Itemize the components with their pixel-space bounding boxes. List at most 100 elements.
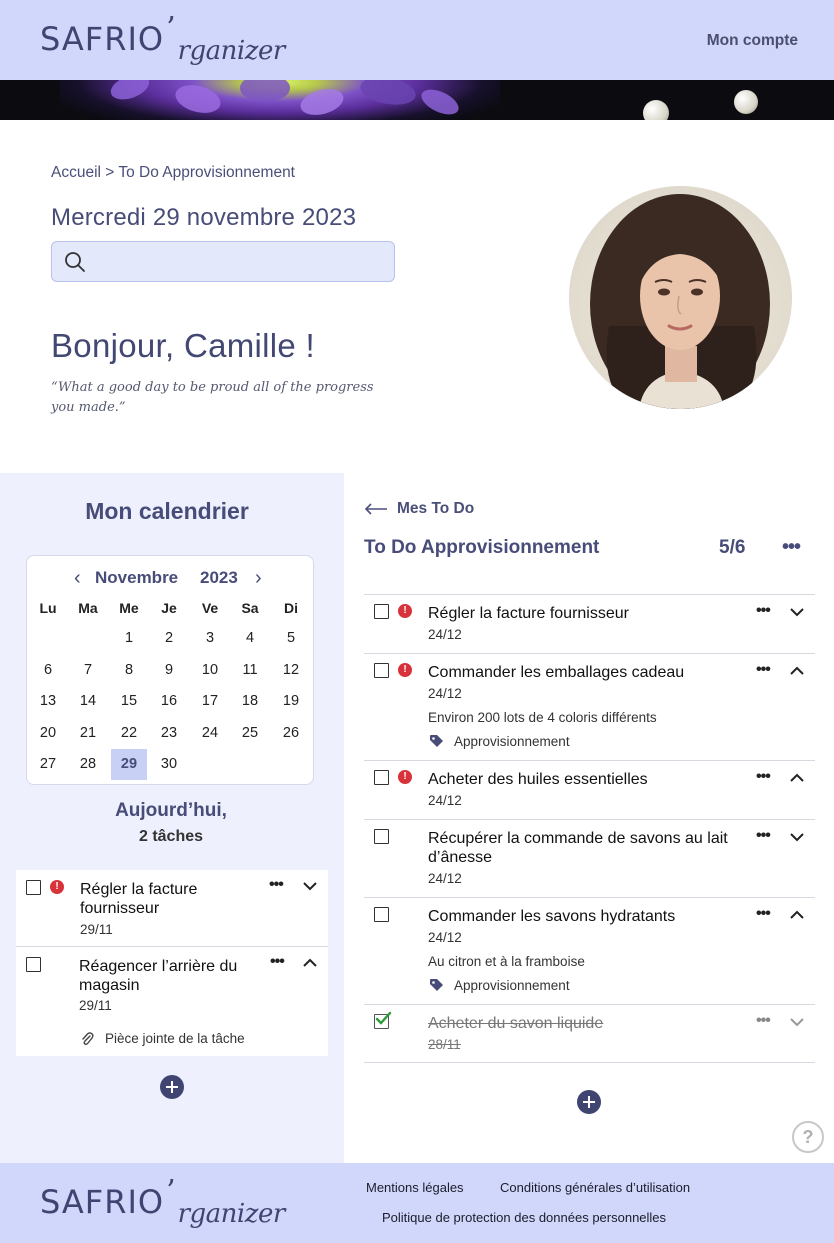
task-checkbox[interactable] [374, 663, 389, 678]
breadcrumb-separator: > [100, 164, 119, 181]
list-item[interactable]: Commander les savons hydratants 24/12 Au… [364, 898, 815, 1003]
chevron-down-icon[interactable] [789, 607, 805, 617]
logo-script-text: rganizer [177, 1199, 286, 1229]
calendar-day[interactable]: 8 [111, 655, 147, 686]
task-checkbox[interactable] [26, 880, 41, 895]
back-link[interactable]: Mes To Do [364, 500, 474, 518]
calendar-day[interactable]: 23 [151, 718, 187, 749]
legal-notice-link[interactable]: Mentions légales [366, 1180, 464, 1195]
current-date: Mercredi 29 novembre 2023 [51, 204, 357, 231]
calendar-day[interactable]: 9 [151, 655, 187, 686]
chevron-left-icon[interactable]: ‹ [74, 567, 81, 590]
task-date: 24/12 [428, 686, 462, 701]
calendar-day[interactable]: 30 [151, 749, 187, 780]
calendar-day[interactable]: 27 [30, 749, 66, 780]
chevron-up-icon[interactable] [789, 910, 805, 920]
calendar-day[interactable]: 7 [70, 655, 106, 686]
more-options-icon[interactable]: ••• [269, 876, 284, 894]
chevron-down-icon[interactable] [789, 832, 805, 842]
calendar-day[interactable]: 1 [111, 623, 147, 654]
calendar-day[interactable]: 24 [192, 718, 228, 749]
task-date: 29/11 [80, 922, 113, 937]
calendar-day[interactable]: 20 [30, 718, 66, 749]
calendar-day[interactable]: 18 [232, 686, 268, 717]
calendar-day[interactable]: 28 [70, 749, 106, 780]
add-task-button[interactable] [160, 1075, 184, 1099]
chevron-up-icon[interactable] [302, 958, 318, 968]
calendar-day[interactable]: 21 [70, 718, 106, 749]
search-icon [65, 252, 85, 272]
list-item[interactable]: Réagencer l’arrière du magasin 29/11 •••… [16, 947, 328, 1056]
chevron-down-icon[interactable] [789, 1017, 805, 1027]
chevron-down-icon[interactable] [302, 881, 318, 891]
calendar-day[interactable]: 10 [192, 655, 228, 686]
task-tag[interactable]: Approvisionnement [454, 978, 570, 993]
task-checkbox-checked[interactable] [374, 1011, 392, 1029]
list-item[interactable]: Récupérer la commande de savons au lait … [364, 820, 815, 897]
list-more-options-icon[interactable]: ••• [782, 536, 801, 559]
weekday-header: Ve [201, 600, 219, 616]
app-logo[interactable]: SAFRIO ’ rganizer [40, 11, 285, 66]
task-title: Commander les savons hydratants [428, 908, 676, 925]
calendar-day-today[interactable]: 29 [111, 749, 147, 780]
footer-logo[interactable]: SAFRIO ’ rganizer [40, 1174, 285, 1229]
task-title: Commander les emballages cadeau [428, 664, 685, 681]
calendar-day[interactable]: 25 [232, 718, 268, 749]
search-input[interactable] [96, 246, 386, 278]
calendar-day[interactable]: 3 [192, 623, 228, 654]
more-options-icon[interactable]: ••• [756, 827, 771, 845]
calendar-day[interactable]: 2 [151, 623, 187, 654]
help-button[interactable]: ? [792, 1121, 824, 1153]
weekday-header: Je [161, 600, 177, 616]
calendar-day[interactable]: 15 [111, 686, 147, 717]
today-title: Aujourd’hui, [115, 800, 227, 821]
calendar-day[interactable]: 17 [192, 686, 228, 717]
more-options-icon[interactable]: ••• [756, 602, 771, 620]
list-item[interactable]: ! Régler la facture fournisseur 24/12 ••… [364, 595, 815, 652]
terms-link[interactable]: Conditions générales d’utilisation [500, 1180, 690, 1195]
calendar-day[interactable]: 4 [232, 623, 268, 654]
calendar-day[interactable]: 22 [111, 718, 147, 749]
chevron-up-icon[interactable] [789, 773, 805, 783]
avatar[interactable] [569, 186, 792, 409]
greeting: Bonjour, Camille ! [51, 327, 316, 364]
chevron-right-icon[interactable]: › [255, 567, 262, 590]
task-checkbox[interactable] [374, 770, 389, 785]
list-item[interactable]: ! Commander les emballages cadeau 24/12 … [364, 654, 815, 759]
task-tag[interactable]: Approvisionnement [454, 734, 570, 749]
add-task-button[interactable] [577, 1090, 601, 1114]
breadcrumb-home-link[interactable]: Accueil [51, 164, 101, 181]
account-link[interactable]: Mon compte [707, 32, 798, 50]
calendar-day[interactable]: 14 [70, 686, 106, 717]
more-options-icon[interactable]: ••• [270, 953, 285, 971]
weekday-header: Lu [39, 600, 57, 616]
more-options-icon[interactable]: ••• [756, 905, 771, 923]
calendar-day[interactable]: 26 [273, 718, 309, 749]
task-title: Réagencer l’arrière du magasin [79, 958, 238, 994]
list-item[interactable]: ! Acheter des huiles essentielles 24/12 … [364, 761, 815, 818]
task-title: Acheter des huiles essentielles [428, 771, 648, 788]
calendar-day[interactable]: 19 [273, 686, 309, 717]
calendar-year: 2023 [200, 568, 238, 587]
list-item[interactable]: Acheter du savon liquide 28/11 ••• [364, 1005, 815, 1062]
today-task-count: 2 tâches [138, 828, 204, 845]
calendar-day[interactable]: 6 [30, 655, 66, 686]
list-item[interactable]: ! Régler la facture fournisseur 29/11 ••… [16, 870, 328, 946]
calendar-day[interactable]: 12 [273, 655, 309, 686]
calendar-title: Mon calendrier [85, 498, 249, 524]
more-options-icon[interactable]: ••• [756, 661, 771, 679]
calendar-day[interactable]: 16 [151, 686, 187, 717]
task-attachment[interactable]: Pièce jointe de la tâche [105, 1031, 245, 1046]
urgent-icon: ! [398, 663, 412, 677]
calendar-day[interactable]: 13 [30, 686, 66, 717]
more-options-icon[interactable]: ••• [756, 1012, 771, 1030]
chevron-up-icon[interactable] [789, 666, 805, 676]
task-checkbox[interactable] [374, 604, 389, 619]
calendar-day[interactable]: 5 [273, 623, 309, 654]
task-checkbox[interactable] [26, 957, 41, 972]
task-checkbox[interactable] [374, 829, 389, 844]
task-checkbox[interactable] [374, 907, 389, 922]
privacy-policy-link[interactable]: Politique de protection des données pers… [382, 1210, 666, 1225]
calendar-day[interactable]: 11 [232, 655, 268, 686]
more-options-icon[interactable]: ••• [756, 768, 771, 786]
